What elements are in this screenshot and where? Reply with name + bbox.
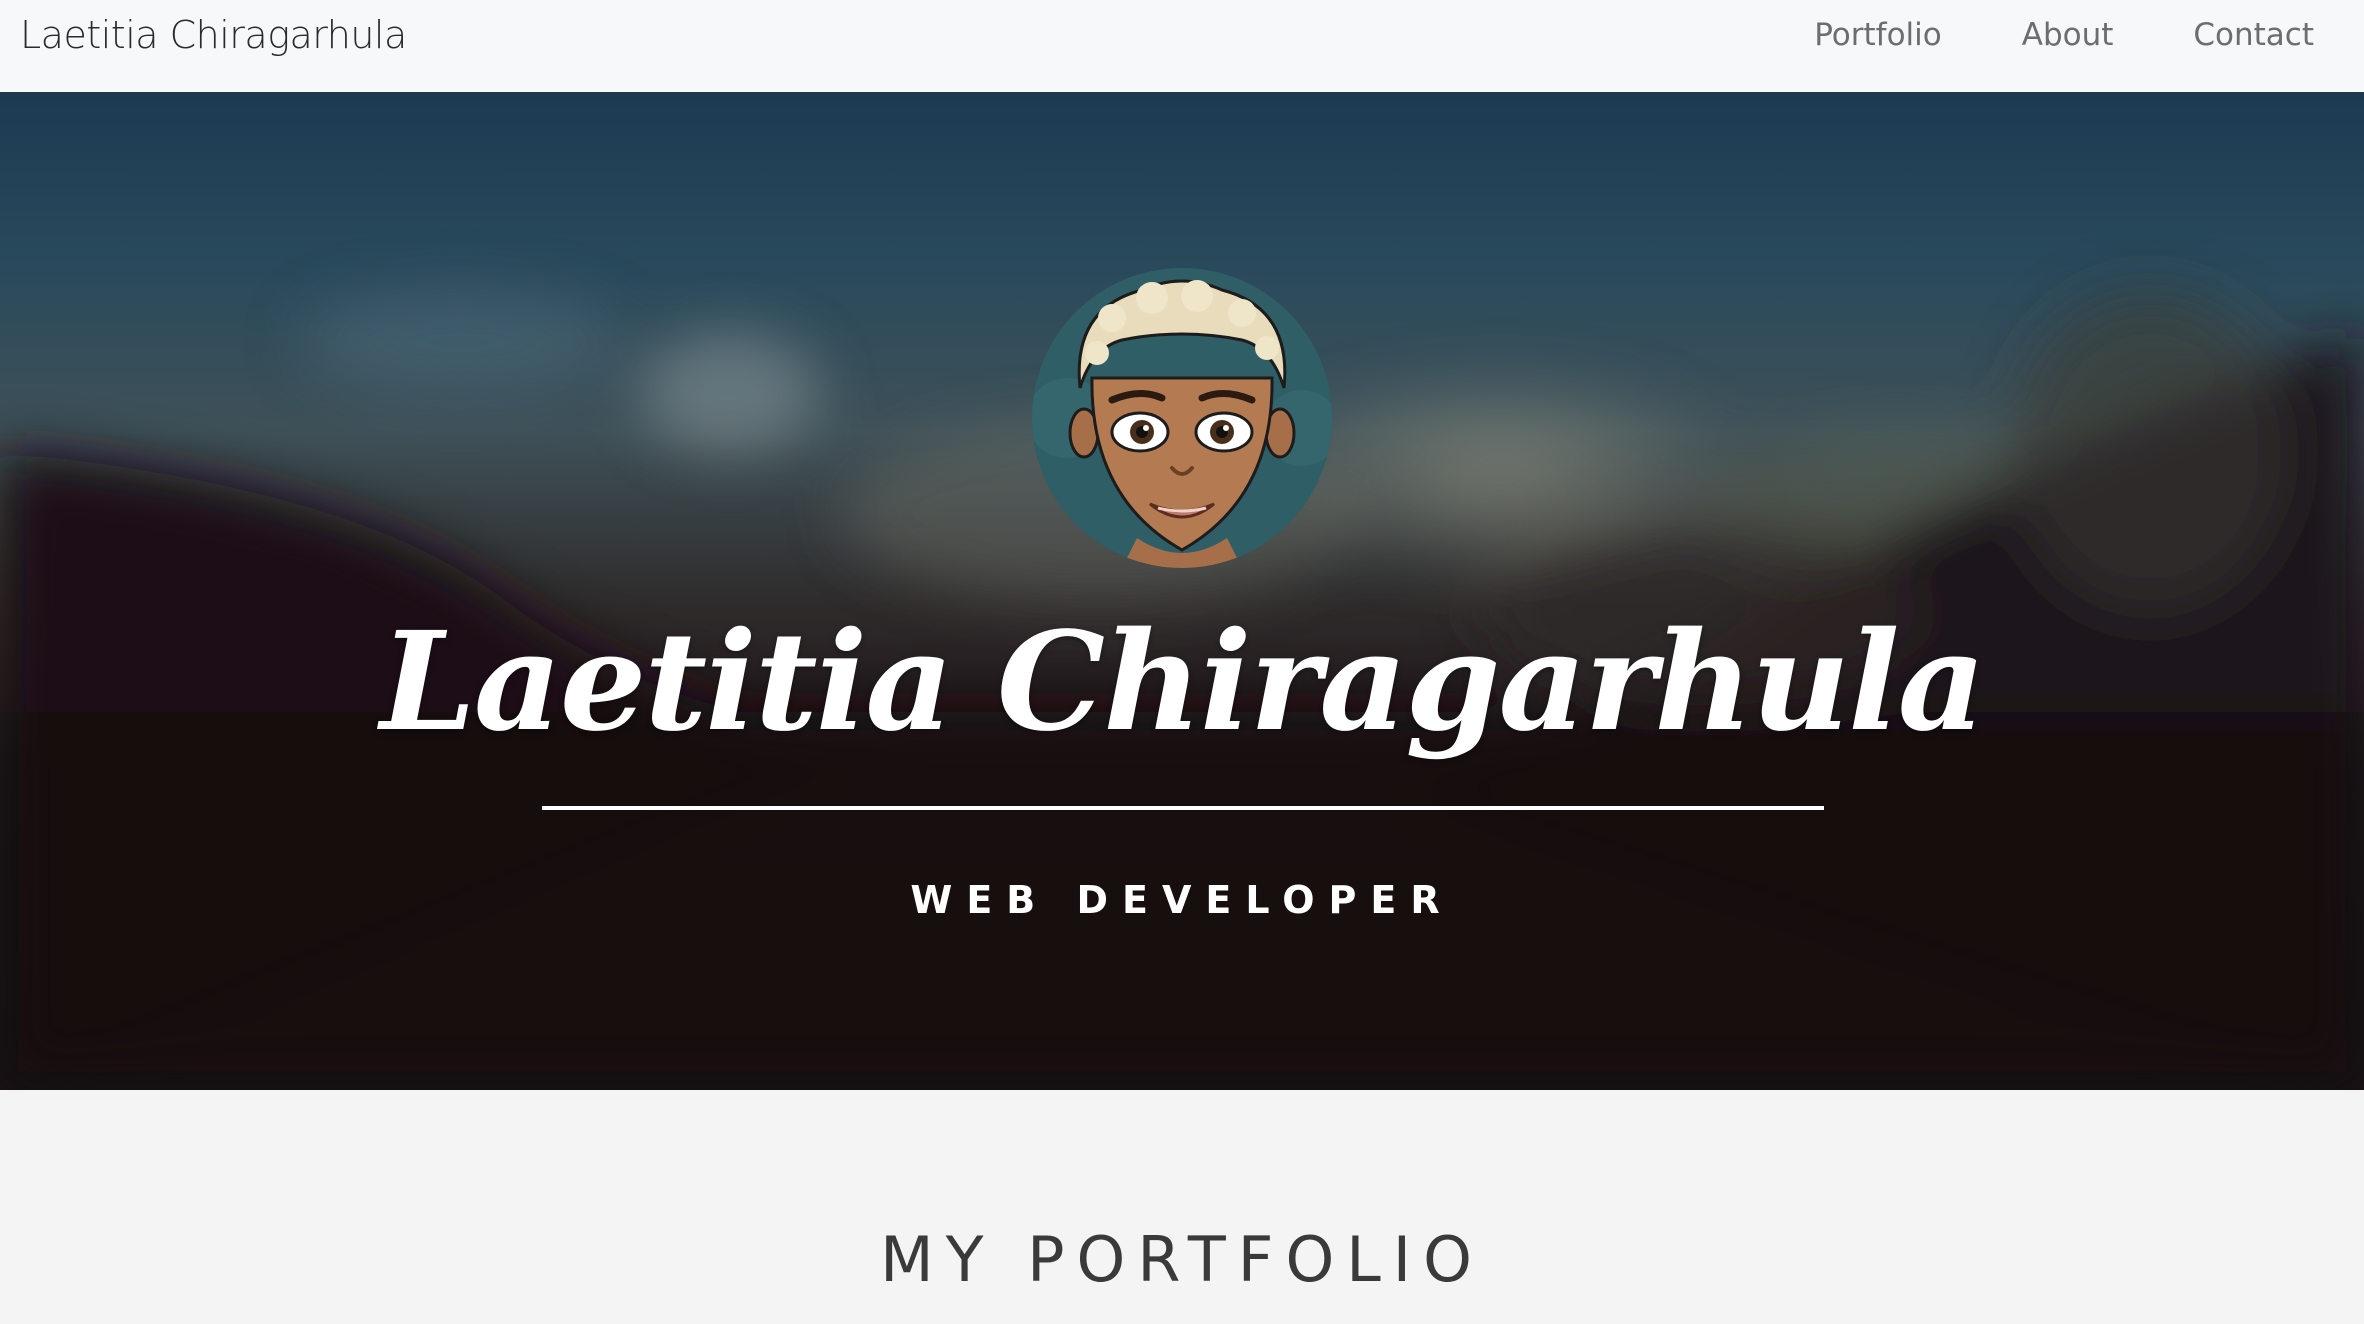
portfolio-title: MY PORTFOLIO bbox=[880, 1223, 1484, 1296]
hero-divider bbox=[542, 806, 1824, 810]
avatar bbox=[1032, 268, 1332, 568]
navbar: Laetitia Chiragarhula Portfolio About Co… bbox=[0, 0, 2364, 92]
nav-link-about[interactable]: About bbox=[2022, 0, 2114, 70]
nav-link-contact[interactable]: Contact bbox=[2193, 0, 2314, 70]
portfolio-section: MY PORTFOLIO bbox=[0, 1090, 2364, 1324]
nav-link-portfolio[interactable]: Portfolio bbox=[1814, 0, 1942, 70]
hero-section: Laetitia Chiragarhula WEB DEVELOPER bbox=[0, 92, 2364, 1090]
avatar-illustration-icon bbox=[1032, 268, 1332, 568]
hero-name: Laetitia Chiragarhula bbox=[380, 602, 1986, 762]
nav-links: Portfolio About Contact bbox=[1734, 0, 2314, 70]
hero-subtitle: WEB DEVELOPER bbox=[910, 878, 1454, 922]
brand-link[interactable]: Laetitia Chiragarhula bbox=[20, 0, 407, 70]
